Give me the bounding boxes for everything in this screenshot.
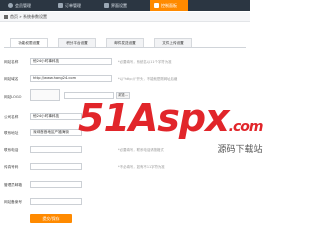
phone-input[interactable] bbox=[30, 146, 82, 153]
fax-input[interactable] bbox=[30, 163, 82, 170]
save-button[interactable]: 提交/保存 bbox=[30, 214, 72, 223]
nav-item-orders[interactable]: 订单管理 bbox=[54, 0, 85, 11]
phone-label: 联系电话 bbox=[4, 148, 19, 152]
nav-item-control-panel[interactable]: 控制面板 bbox=[150, 0, 188, 11]
tab-permissions[interactable]: 功能权限设置 bbox=[10, 38, 48, 47]
logo-preview bbox=[30, 89, 60, 101]
breadcrumb-home[interactable]: 首页 bbox=[10, 14, 18, 19]
site-name-input[interactable]: 他24小时事科技 bbox=[30, 58, 112, 65]
nav-label: 界面设置 bbox=[111, 3, 127, 8]
nav-label: 控制面板 bbox=[161, 3, 177, 8]
address-input[interactable]: 深圳首首地区产福海街 bbox=[30, 129, 82, 136]
nav-label: 订单管理 bbox=[65, 3, 81, 8]
settings-tabs: 功能权限设置 积分平台设置 邮件发送设置 文件上传设置 bbox=[4, 38, 246, 48]
icp-label: 网站备案号 bbox=[4, 200, 22, 204]
appearance-icon bbox=[104, 3, 109, 8]
company-input[interactable]: 他24小时事科技 bbox=[30, 113, 82, 120]
logo-label: 网站LOGO bbox=[4, 95, 22, 99]
breadcrumb: 首页 » 系统参数设置 bbox=[0, 12, 250, 22]
company-label: 公司名称 bbox=[4, 115, 19, 119]
nav-item-members[interactable]: 会员管理 bbox=[4, 0, 35, 11]
site-domain-label: 网站域名 bbox=[4, 77, 19, 81]
admin-email-label: 管理员邮箱 bbox=[4, 183, 22, 187]
order-icon bbox=[58, 3, 63, 8]
fax-hint: *不必填写，如有不11字符为准 bbox=[118, 165, 165, 169]
site-domain-hint: *以"http://"开头，不能就是刚网址后缀 bbox=[118, 77, 178, 81]
fax-label: 传真号码 bbox=[4, 165, 19, 169]
address-label: 联系地址 bbox=[4, 131, 19, 135]
site-name-hint: *必要填写，系统名以11个字符为准 bbox=[118, 60, 172, 64]
breadcrumb-separator: » bbox=[19, 14, 22, 19]
icp-input[interactable] bbox=[30, 198, 82, 205]
site-domain-input[interactable]: http://www.hang24.com bbox=[30, 75, 112, 82]
tab-points[interactable]: 积分平台设置 bbox=[58, 38, 96, 47]
watermark-main: 51Aspx bbox=[78, 96, 230, 140]
admin-email-input[interactable] bbox=[30, 181, 82, 188]
watermark-logo: 51Aspx.com 源码下载站 bbox=[78, 96, 264, 155]
settings-icon bbox=[154, 3, 159, 8]
top-nav-bar: 会员管理 订单管理 界面设置 控制面板 bbox=[0, 0, 250, 11]
tab-email[interactable]: 邮件发送设置 bbox=[106, 38, 144, 47]
site-name-label: 网站名称 bbox=[4, 60, 19, 64]
nav-item-appearance[interactable]: 界面设置 bbox=[100, 0, 131, 11]
tab-upload[interactable]: 文件上传设置 bbox=[154, 38, 192, 47]
nav-label: 会员管理 bbox=[15, 3, 31, 8]
home-icon bbox=[4, 15, 8, 19]
user-icon bbox=[8, 3, 13, 8]
breadcrumb-current: 系统参数设置 bbox=[23, 14, 48, 19]
watermark-suffix: .com bbox=[228, 119, 264, 135]
